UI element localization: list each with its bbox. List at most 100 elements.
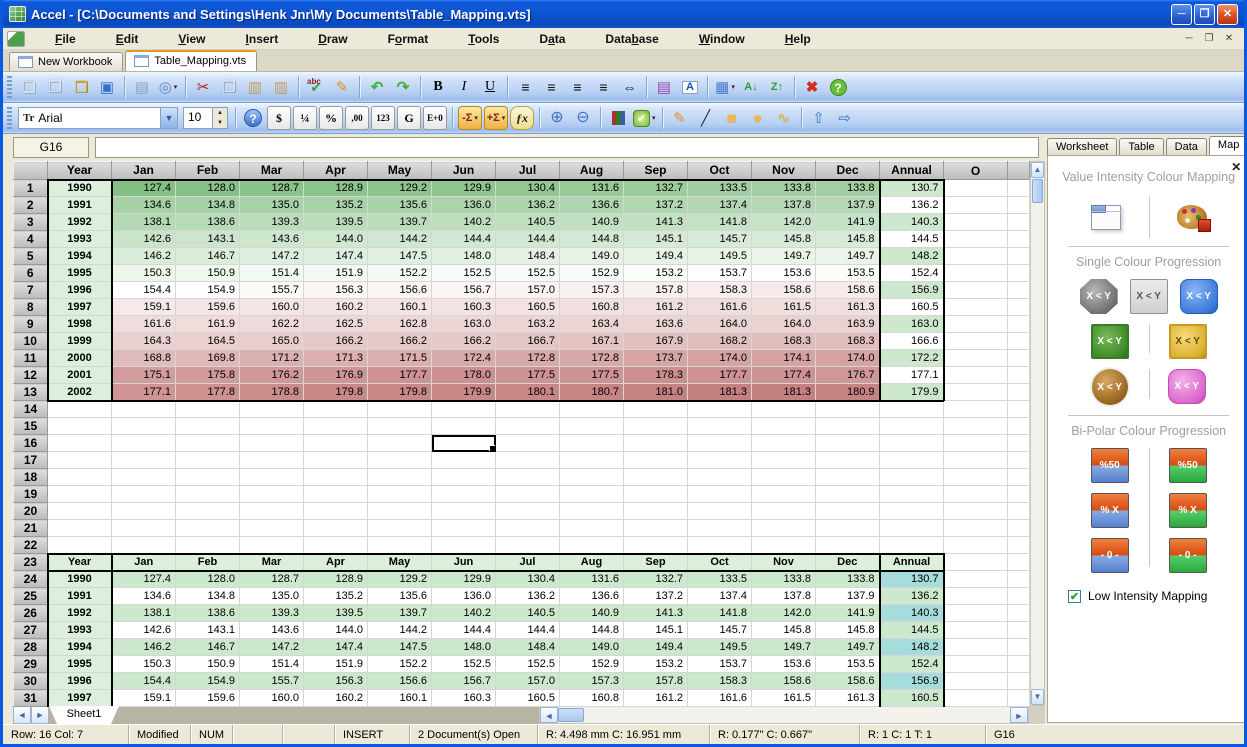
cell[interactable]: 151.4 bbox=[240, 265, 304, 282]
scroll-down-icon[interactable]: ▼ bbox=[1031, 689, 1044, 705]
copy-sheet-button[interactable]: ❐ bbox=[43, 75, 67, 99]
menu-window[interactable]: Window bbox=[679, 30, 765, 48]
row-header-6[interactable]: 6 bbox=[14, 265, 48, 282]
cell[interactable] bbox=[1008, 486, 1030, 503]
cell[interactable]: 144.5 bbox=[880, 231, 944, 248]
dropdown-arrow-icon[interactable]: ▾ bbox=[174, 83, 178, 91]
cell[interactable] bbox=[752, 435, 816, 452]
cell[interactable]: 152.2 bbox=[368, 265, 432, 282]
cell[interactable]: 161.9 bbox=[176, 316, 240, 333]
cell[interactable] bbox=[48, 401, 112, 418]
column-header-oct[interactable]: Oct bbox=[688, 162, 752, 180]
cell[interactable] bbox=[496, 537, 560, 554]
import-document-button[interactable]: ⇧ bbox=[807, 106, 831, 130]
sort-ascending-button[interactable]: A↓ bbox=[739, 75, 763, 99]
cell[interactable] bbox=[432, 401, 496, 418]
cell[interactable] bbox=[48, 435, 112, 452]
draw-pencil-button[interactable]: ✎ bbox=[668, 106, 692, 130]
cell[interactable]: 151.9 bbox=[304, 656, 368, 673]
cell[interactable]: 177.1 bbox=[880, 367, 944, 384]
cell[interactable]: 160.8 bbox=[560, 690, 624, 707]
row-header-10[interactable]: 10 bbox=[14, 333, 48, 350]
draw-line-button[interactable]: ╱ bbox=[694, 106, 718, 130]
context-help-button[interactable]: ? bbox=[241, 106, 265, 130]
row-header-3[interactable]: 3 bbox=[14, 214, 48, 231]
cell[interactable]: 136.2 bbox=[880, 588, 944, 605]
cell[interactable] bbox=[432, 418, 496, 435]
cell[interactable] bbox=[1008, 503, 1030, 520]
cell[interactable]: 176.7 bbox=[816, 367, 880, 384]
cell[interactable] bbox=[752, 469, 816, 486]
menu-data[interactable]: Data bbox=[519, 30, 585, 48]
cell[interactable]: 133.8 bbox=[752, 571, 816, 588]
cell[interactable]: 132.7 bbox=[624, 571, 688, 588]
cell[interactable]: 166.2 bbox=[368, 333, 432, 350]
cell[interactable] bbox=[1008, 180, 1030, 197]
cell[interactable] bbox=[240, 452, 304, 469]
row-header-13[interactable]: 13 bbox=[14, 384, 48, 401]
cell[interactable] bbox=[688, 452, 752, 469]
cell[interactable]: 140.3 bbox=[880, 214, 944, 231]
cell[interactable] bbox=[944, 571, 1008, 588]
row-header-8[interactable]: 8 bbox=[14, 299, 48, 316]
panel-tab-worksheet[interactable]: Worksheet bbox=[1047, 138, 1117, 156]
cell[interactable] bbox=[560, 401, 624, 418]
cell[interactable]: 177.5 bbox=[496, 367, 560, 384]
cell[interactable]: 163.9 bbox=[816, 316, 880, 333]
cell[interactable]: 163.2 bbox=[496, 316, 560, 333]
horizontal-scroll-thumb[interactable] bbox=[558, 708, 584, 722]
single-green-button[interactable]: X < Y bbox=[1091, 324, 1129, 359]
cell[interactable]: 142.0 bbox=[752, 605, 816, 622]
currency-format-button[interactable]: $ bbox=[267, 106, 291, 130]
cell[interactable] bbox=[944, 316, 1008, 333]
cell[interactable] bbox=[496, 435, 560, 452]
cell[interactable] bbox=[1008, 673, 1030, 690]
cell[interactable]: 1999 bbox=[48, 333, 112, 350]
cell[interactable] bbox=[176, 452, 240, 469]
row-header-7[interactable]: 7 bbox=[14, 282, 48, 299]
cell[interactable] bbox=[688, 486, 752, 503]
cell[interactable]: Dec bbox=[816, 554, 880, 571]
cell[interactable] bbox=[944, 418, 1008, 435]
cell[interactable]: Jul bbox=[496, 554, 560, 571]
cell[interactable] bbox=[368, 418, 432, 435]
cell[interactable] bbox=[304, 537, 368, 554]
cell[interactable]: 180.9 bbox=[816, 384, 880, 401]
size-down-icon[interactable]: ▼ bbox=[213, 118, 227, 128]
cell[interactable]: 144.4 bbox=[496, 622, 560, 639]
cell[interactable]: 145.7 bbox=[688, 231, 752, 248]
undo-button[interactable]: ↶ bbox=[365, 75, 389, 99]
copy-button[interactable]: ❐ bbox=[217, 75, 241, 99]
bipolar-50-blue-button[interactable]: %50 bbox=[1091, 448, 1129, 483]
cell[interactable] bbox=[944, 231, 1008, 248]
bipolar-50-green-button[interactable]: %50 bbox=[1169, 448, 1207, 483]
cell[interactable] bbox=[496, 418, 560, 435]
cell[interactable] bbox=[112, 469, 176, 486]
column-header-jun[interactable]: Jun bbox=[432, 162, 496, 180]
cell[interactable] bbox=[624, 486, 688, 503]
cell[interactable]: 160.1 bbox=[368, 299, 432, 316]
cell[interactable]: 133.8 bbox=[816, 571, 880, 588]
cell[interactable] bbox=[752, 401, 816, 418]
cell[interactable] bbox=[944, 452, 1008, 469]
cell[interactable] bbox=[240, 401, 304, 418]
cell[interactable] bbox=[1008, 622, 1030, 639]
cell[interactable]: 156.6 bbox=[368, 282, 432, 299]
sheet-next-icon[interactable]: ► bbox=[31, 706, 49, 724]
fraction-format-button[interactable]: ¼ bbox=[293, 106, 317, 130]
cell[interactable]: 144.0 bbox=[304, 231, 368, 248]
comma-format-button[interactable]: ,00 bbox=[345, 106, 369, 130]
cell[interactable]: 139.3 bbox=[240, 605, 304, 622]
row-header-17[interactable]: 17 bbox=[14, 452, 48, 469]
cell[interactable]: 163.6 bbox=[624, 316, 688, 333]
cell[interactable] bbox=[1008, 571, 1030, 588]
single-brown-button[interactable]: X < Y bbox=[1092, 369, 1128, 405]
sort-descending-button[interactable]: Z↑ bbox=[765, 75, 789, 99]
row-header-19[interactable]: 19 bbox=[14, 486, 48, 503]
cell[interactable]: 135.0 bbox=[240, 197, 304, 214]
cell[interactable]: 153.7 bbox=[688, 265, 752, 282]
cell[interactable] bbox=[176, 520, 240, 537]
cell[interactable] bbox=[880, 520, 944, 537]
cell[interactable] bbox=[944, 690, 1008, 707]
cell[interactable]: 128.0 bbox=[176, 180, 240, 197]
